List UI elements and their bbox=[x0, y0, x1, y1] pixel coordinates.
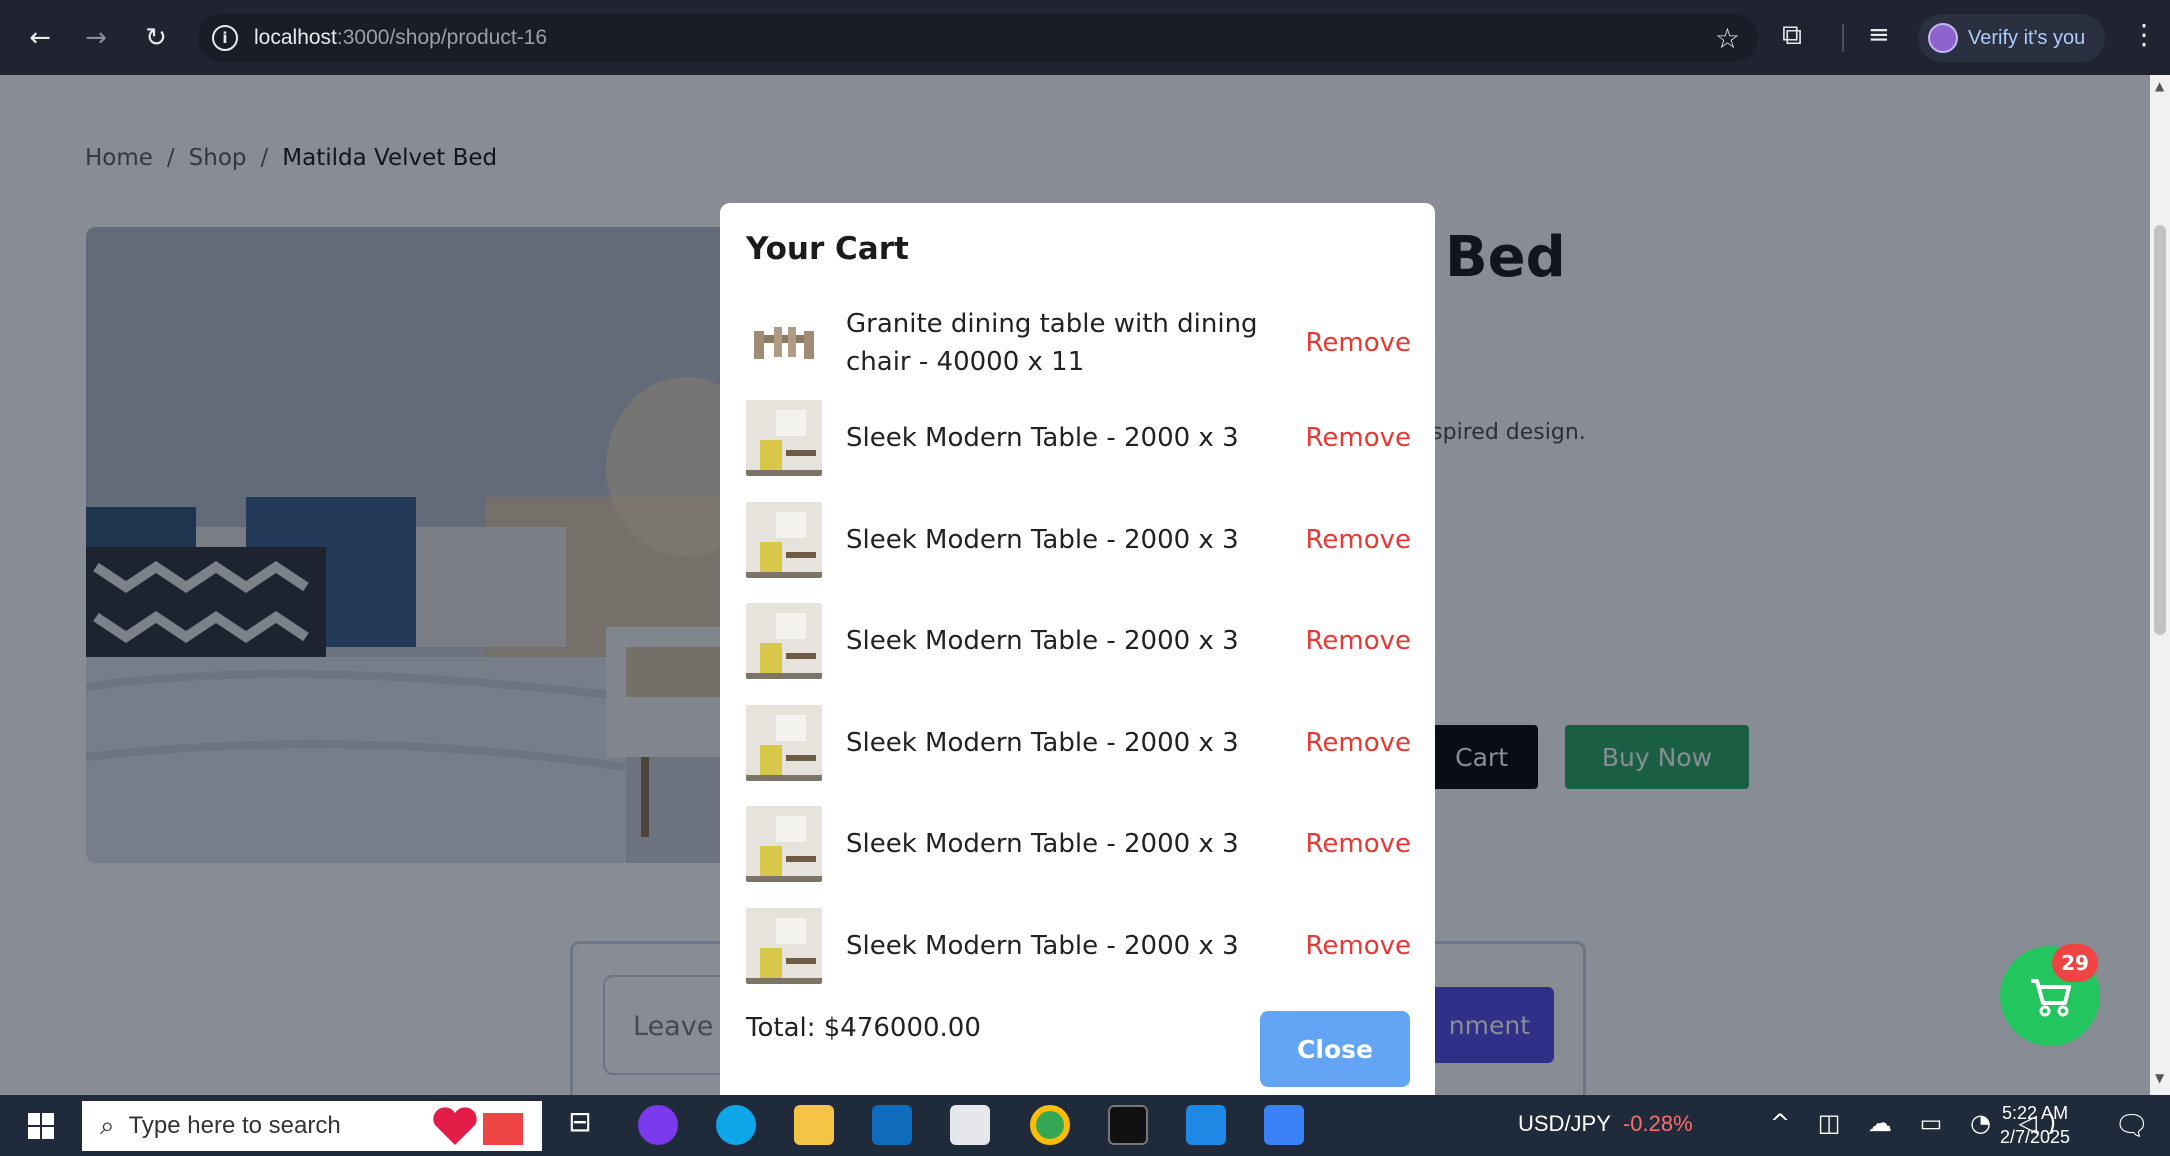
file-explorer-icon[interactable] bbox=[794, 1105, 834, 1145]
copilot-icon[interactable] bbox=[638, 1105, 678, 1145]
windows-taskbar: ⌕ Type here to search ⊟ USD/JPY -0.28% ^ … bbox=[0, 1095, 2170, 1156]
chrome-icon[interactable] bbox=[1030, 1105, 1070, 1145]
photos-icon[interactable] bbox=[1264, 1105, 1304, 1145]
close-button[interactable]: Close bbox=[1260, 1011, 1410, 1087]
profile-label: Verify it's you bbox=[1968, 26, 2086, 49]
cart-item-name: Sleek Modern Table - 2000 x 3 bbox=[846, 626, 1239, 656]
cart-count-badge: 29 bbox=[2052, 944, 2098, 982]
toolbar-divider bbox=[1842, 24, 1844, 52]
media-controls-icon[interactable]: ≡ bbox=[1868, 20, 1890, 50]
remove-button[interactable]: Remove bbox=[1305, 423, 1411, 453]
cart-item-name: Sleek Modern Table - 2000 x 3 bbox=[846, 525, 1239, 555]
store-icon[interactable] bbox=[950, 1105, 990, 1145]
cart-item-name: Sleek Modern Table - 2000 x 3 bbox=[846, 423, 1239, 453]
remove-button[interactable]: Remove bbox=[1305, 829, 1411, 859]
vscode-icon[interactable] bbox=[1186, 1105, 1226, 1145]
terminal-icon[interactable] bbox=[1108, 1105, 1148, 1145]
url-text[interactable]: localhost:3000/shop/product-16 bbox=[254, 26, 547, 50]
edge-icon[interactable] bbox=[716, 1105, 756, 1145]
page: Home / Shop / Matilda Velvet Bed lvet Be… bbox=[0, 75, 2150, 1095]
task-view-icon[interactable]: ⊟ bbox=[560, 1105, 600, 1145]
cart-item: Sleek Modern Table - 2000 x 3 Remove bbox=[746, 804, 1411, 884]
profile-avatar bbox=[1928, 23, 1958, 53]
cart-item-image bbox=[746, 305, 822, 381]
bookmark-star-icon[interactable]: ☆ bbox=[1715, 22, 1740, 55]
cart-item: Sleek Modern Table - 2000 x 3 Remove bbox=[746, 703, 1411, 783]
clock-date: 2/7/2025 bbox=[2000, 1127, 2071, 1147]
forward-icon[interactable]: → bbox=[74, 16, 118, 60]
reload-icon[interactable]: ↻ bbox=[134, 16, 178, 60]
remove-button[interactable]: Remove bbox=[1305, 328, 1411, 358]
cart-modal: Your Cart Granite dining table with dini… bbox=[720, 203, 1435, 1095]
cart-item-image bbox=[746, 705, 822, 781]
outlook-icon[interactable] bbox=[872, 1105, 912, 1145]
ticker-symbol: USD/JPY bbox=[1518, 1111, 1611, 1136]
cart-item: Granite dining table with dining chair -… bbox=[746, 293, 1411, 393]
scroll-down-icon[interactable]: ▼ bbox=[2155, 1071, 2164, 1085]
taskbar-search-placeholder: Type here to search bbox=[128, 1112, 341, 1139]
taskbar-clock[interactable]: 5:22 AM 2/7/2025 bbox=[2000, 1101, 2070, 1149]
address-bar[interactable]: i localhost:3000/shop/product-16 ☆ bbox=[198, 14, 1758, 62]
remove-button[interactable]: Remove bbox=[1305, 525, 1411, 555]
clock-time: 5:22 AM bbox=[2002, 1103, 2069, 1123]
cart-item: Sleek Modern Table - 2000 x 3 Remove bbox=[746, 906, 1411, 986]
browser-toolbar: ← → ↻ i localhost:3000/shop/product-16 ☆… bbox=[0, 0, 2170, 75]
notification-center-icon[interactable]: 🗨 bbox=[2114, 1109, 2150, 1142]
cart-item-image bbox=[746, 806, 822, 882]
back-icon[interactable]: ← bbox=[18, 16, 62, 60]
cart-title: Your Cart bbox=[746, 231, 909, 267]
extensions-icon[interactable]: ⧉ bbox=[1782, 18, 1818, 54]
cart-item-name: Sleek Modern Table - 2000 x 3 bbox=[846, 829, 1239, 859]
scroll-up-icon[interactable]: ▲ bbox=[2155, 79, 2164, 93]
windows-start-icon[interactable] bbox=[28, 1113, 54, 1143]
site-info-icon[interactable]: i bbox=[212, 25, 238, 51]
scrollbar-thumb[interactable] bbox=[2154, 225, 2166, 635]
cart-item-image bbox=[746, 603, 822, 679]
browser-menu-icon[interactable]: ⋮ bbox=[2130, 18, 2158, 51]
cart-item-name: Sleek Modern Table - 2000 x 3 bbox=[846, 931, 1239, 961]
remove-button[interactable]: Remove bbox=[1305, 931, 1411, 961]
remove-button[interactable]: Remove bbox=[1305, 728, 1411, 758]
cart-item: Sleek Modern Table - 2000 x 3 Remove bbox=[746, 398, 1411, 478]
valentine-widget-icon[interactable] bbox=[425, 1105, 535, 1145]
stock-ticker[interactable]: USD/JPY -0.28% bbox=[1518, 1111, 1693, 1137]
remove-button[interactable]: Remove bbox=[1305, 626, 1411, 656]
cart-item: Sleek Modern Table - 2000 x 3 Remove bbox=[746, 500, 1411, 580]
cart-item: Sleek Modern Table - 2000 x 3 Remove bbox=[746, 601, 1411, 681]
ticker-change: -0.28% bbox=[1622, 1111, 1693, 1136]
page-scrollbar[interactable]: ▲ ▼ bbox=[2150, 75, 2170, 1095]
cart-item-name: Granite dining table with dining chair -… bbox=[846, 309, 1258, 377]
cart-item-image bbox=[746, 908, 822, 984]
profile-button[interactable]: Verify it's you bbox=[1918, 14, 2106, 62]
search-icon: ⌕ bbox=[100, 1110, 115, 1140]
cart-item-name: Sleek Modern Table - 2000 x 3 bbox=[846, 728, 1239, 758]
cart-total: Total: $476000.00 bbox=[746, 1013, 981, 1043]
cart-item-image bbox=[746, 502, 822, 578]
cart-item-image bbox=[746, 400, 822, 476]
